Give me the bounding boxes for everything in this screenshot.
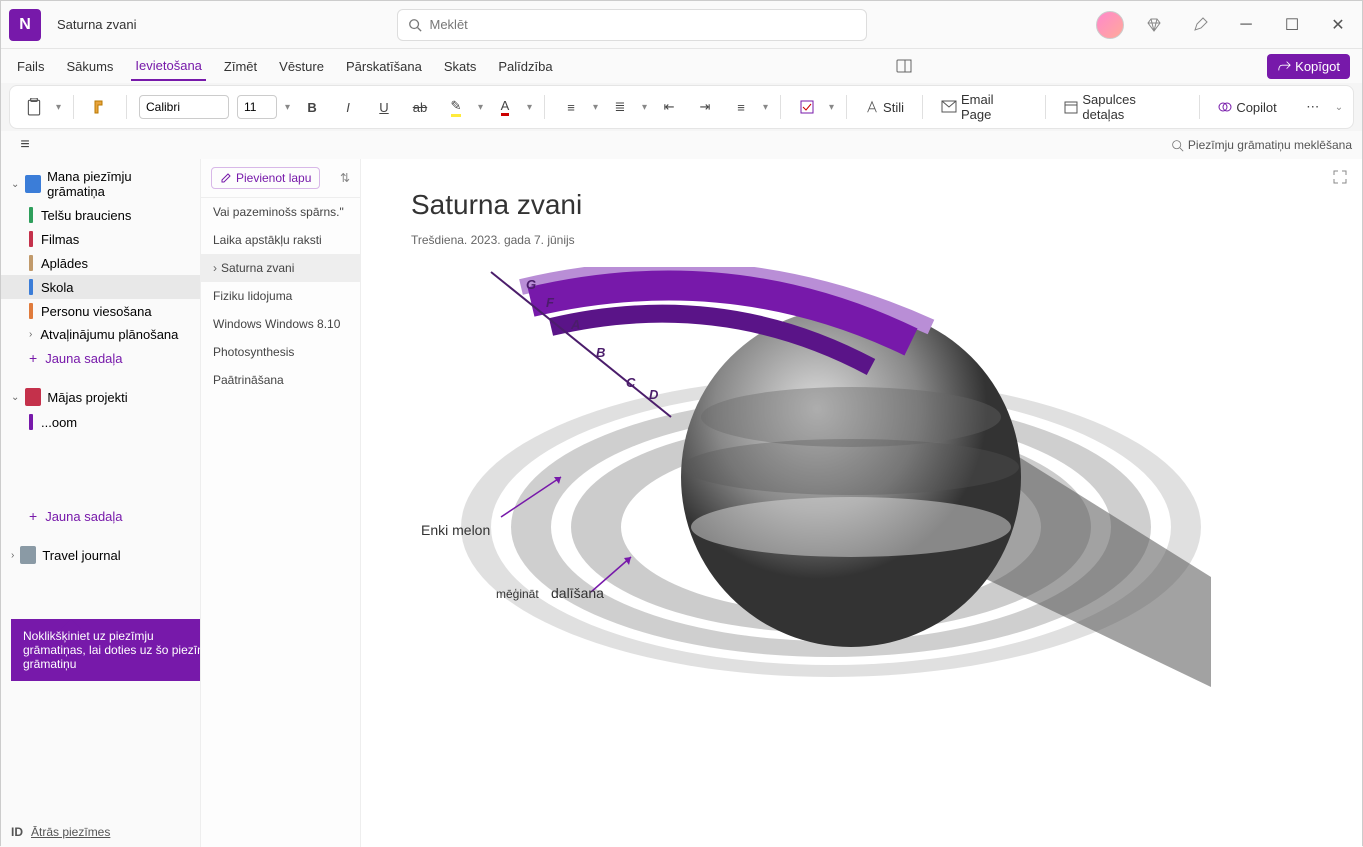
- search-placeholder: Meklēt: [430, 17, 468, 32]
- notebook-item[interactable]: › Travel journal: [1, 542, 200, 568]
- paste-button[interactable]: [20, 93, 48, 121]
- tab-help[interactable]: Palīdzība: [494, 53, 556, 80]
- ribbon: ▾ ▾ B I U ab ✎ ▾ A ▾ ≡▾ ≣▾ ⇤ ⇥ ≡▾ ▾ Stil…: [9, 85, 1354, 129]
- pen-icon[interactable]: [1184, 9, 1216, 41]
- section-item[interactable]: ...oom: [1, 410, 200, 434]
- copilot-button[interactable]: Copilot: [1212, 100, 1282, 115]
- tooltip: Noklikšķiniet uz piezīmju grāmatiņas, la…: [11, 619, 201, 681]
- avatar[interactable]: [1096, 11, 1124, 39]
- page-item[interactable]: Fiziku lidojuma: [201, 282, 360, 310]
- quick-notes[interactable]: ID Ātrās piezīmes: [11, 825, 110, 839]
- edit-icon: [220, 172, 232, 184]
- notebook-icon: [25, 175, 41, 193]
- ring-label-g: G: [526, 277, 536, 292]
- highlight-button[interactable]: ✎: [442, 93, 470, 121]
- notebook-icon: [20, 546, 36, 564]
- saturn-illustration: G F A B C D Enki melon mēģināt dalīšana: [411, 267, 1211, 767]
- bold-button[interactable]: B: [298, 93, 326, 121]
- expand-icon[interactable]: [1332, 169, 1348, 190]
- font-family-combo[interactable]: [139, 95, 229, 119]
- section-item[interactable]: Personu viesošana: [1, 299, 200, 323]
- panes-icon[interactable]: [896, 54, 920, 78]
- meeting-details-button[interactable]: Sapulces detaļas: [1058, 92, 1187, 122]
- page-item[interactable]: Paātrināšana: [201, 366, 360, 394]
- section-group-item[interactable]: ›Atvaļinājumu plānošana: [1, 323, 200, 346]
- chevron-right-icon: ›: [11, 550, 14, 561]
- bullets-button[interactable]: ≡: [557, 93, 585, 121]
- section-item[interactable]: Telšu brauciens: [1, 203, 200, 227]
- share-button[interactable]: Kopīgot: [1267, 54, 1350, 79]
- page-canvas[interactable]: Saturna zvani Trešdiena. 2023. gada 7. j…: [361, 159, 1362, 847]
- outdent-button[interactable]: ⇤: [655, 93, 683, 121]
- document-title: Saturna zvani: [57, 17, 137, 32]
- add-section-button[interactable]: +Jauna sadaļa: [1, 504, 200, 528]
- tab-view[interactable]: Skats: [440, 53, 481, 80]
- align-button[interactable]: ≡: [727, 93, 755, 121]
- maximize-button[interactable]: ☐: [1276, 9, 1308, 41]
- ring-label-b: B: [596, 345, 605, 360]
- tab-home[interactable]: Sākums: [62, 53, 117, 80]
- email-page-button[interactable]: Email Page: [935, 92, 1033, 122]
- notebook-icon: [25, 388, 41, 406]
- italic-button[interactable]: I: [334, 93, 362, 121]
- hamburger-icon[interactable]: ≡: [11, 131, 39, 159]
- diamond-icon[interactable]: [1138, 9, 1170, 41]
- tab-file[interactable]: Fails: [13, 53, 48, 80]
- numbering-button[interactable]: ≣: [606, 93, 634, 121]
- search-input[interactable]: Meklēt: [397, 9, 867, 41]
- share-icon: [1277, 59, 1291, 73]
- section-item[interactable]: Skola: [1, 275, 200, 299]
- app-icon: N: [9, 9, 41, 41]
- notebook-item[interactable]: ⌄ Mana piezīmju grāmatiņa: [1, 165, 200, 203]
- page-list: Pievienot lapu ⇅ Vai pazeminošs spārns."…: [201, 159, 361, 847]
- add-section-button[interactable]: +Jauna sadaļa: [1, 346, 200, 370]
- strikethrough-button[interactable]: ab: [406, 93, 434, 121]
- close-button[interactable]: ✕: [1322, 9, 1354, 41]
- ring-label-c: C: [626, 375, 635, 390]
- more-button[interactable]: ⋯: [1299, 93, 1327, 121]
- format-painter-button[interactable]: [86, 93, 114, 121]
- tab-review[interactable]: Pārskatīšana: [342, 53, 426, 80]
- notebook-search[interactable]: Piezīmju grāmatiņu meklēšana: [1171, 138, 1352, 152]
- minimize-button[interactable]: ─: [1230, 9, 1262, 41]
- ring-label-a: A: [571, 317, 580, 332]
- sort-icon[interactable]: ⇅: [340, 171, 350, 185]
- annotation-enki: Enki melon: [421, 522, 490, 538]
- chevron-down-icon: ⌄: [11, 392, 19, 403]
- section-item[interactable]: Aplādes: [1, 251, 200, 275]
- ribbon-chevron-icon[interactable]: ⌄: [1335, 102, 1343, 113]
- page-date: Trešdiena. 2023. gada 7. jūnijs: [411, 233, 1312, 247]
- styles-button[interactable]: Stili: [859, 100, 910, 115]
- add-page-button[interactable]: Pievienot lapu: [211, 167, 320, 189]
- page-item[interactable]: Laika apstākļu raksti: [201, 226, 360, 254]
- font-size-combo[interactable]: [237, 95, 277, 119]
- section-item[interactable]: Filmas: [1, 227, 200, 251]
- notebook-item[interactable]: ⌄ Mājas projekti: [1, 384, 200, 410]
- page-item[interactable]: Vai pazeminošs spārns.": [201, 198, 360, 226]
- page-title[interactable]: Saturna zvani: [411, 189, 1312, 221]
- search-icon: [1171, 139, 1184, 152]
- indent-button[interactable]: ⇥: [691, 93, 719, 121]
- search-icon: [408, 18, 422, 32]
- font-color-button[interactable]: A: [491, 93, 519, 121]
- ring-label-f: F: [546, 295, 554, 310]
- page-item[interactable]: ›Saturna zvani: [201, 254, 360, 282]
- annotation-try: mēģināt: [496, 587, 539, 601]
- annotation-division: dalīšana: [551, 585, 604, 601]
- tab-draw[interactable]: Zīmēt: [220, 53, 261, 80]
- tab-history[interactable]: Vēsture: [275, 53, 328, 80]
- underline-button[interactable]: U: [370, 93, 398, 121]
- chevron-right-icon: ›: [213, 261, 217, 275]
- tab-insert[interactable]: Ievietošana: [131, 52, 206, 81]
- todo-tag-button[interactable]: [793, 93, 821, 121]
- page-item[interactable]: Windows Windows 8.10: [201, 310, 360, 338]
- page-item[interactable]: Photosynthesis: [201, 338, 360, 366]
- ring-label-d: D: [649, 387, 658, 402]
- menubar: Fails Sākums Ievietošana Zīmēt Vēsture P…: [1, 49, 1362, 83]
- chevron-down-icon: ⌄: [11, 179, 19, 190]
- notebook-sidebar: ⌄ Mana piezīmju grāmatiņa Telšu braucien…: [1, 159, 201, 847]
